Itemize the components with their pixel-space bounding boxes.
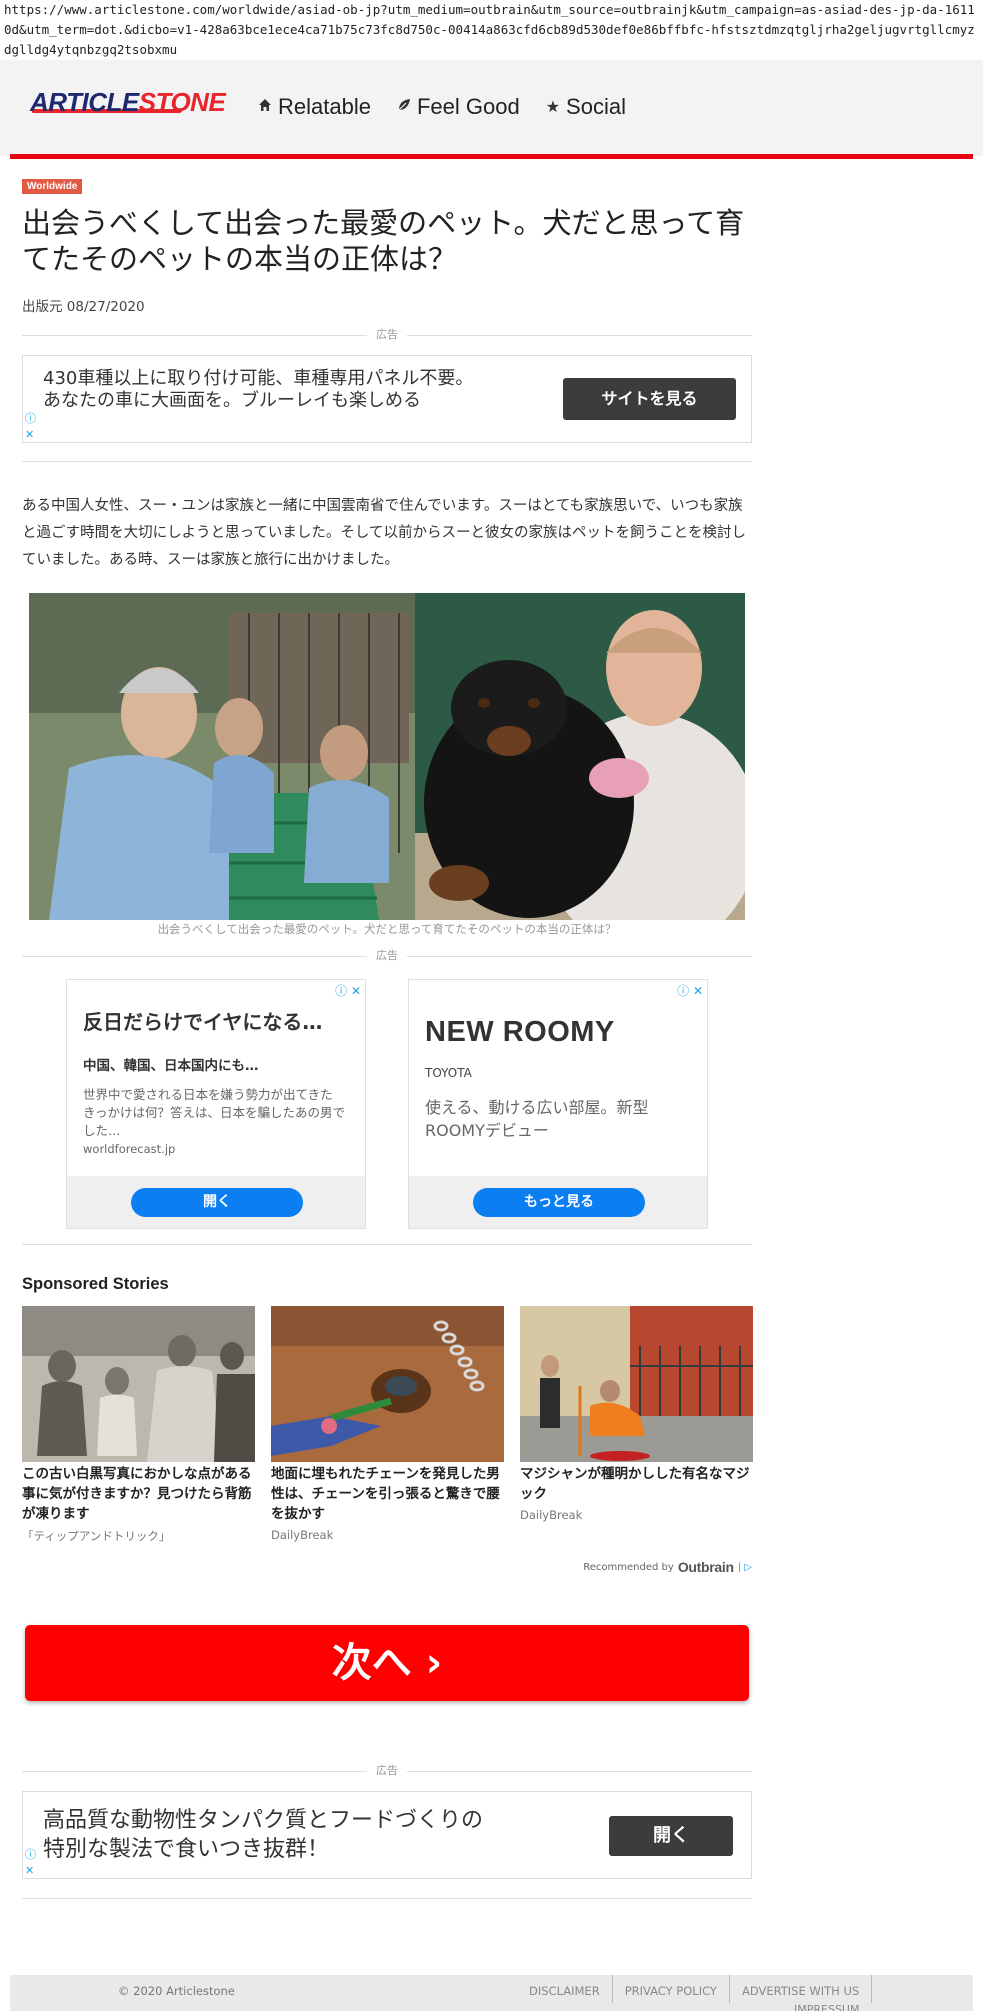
bottom-ad-banner[interactable]: 高品質な動物性タンパク質とフードづくりの 特別な製法で食いつき抜群！ 開く ⓘ … — [22, 1791, 752, 1879]
site-footer: © 2020 Articlestone DISCLAIMER PRIVACY P… — [10, 1975, 973, 2011]
native-ad-card[interactable]: ⓘ ✕ 反日だらけでイヤになる… 中国、韓国、日本国内にも… 世界中で愛される日… — [66, 979, 366, 1229]
story-source: 「ティップアンドトリック」 — [22, 1529, 171, 1543]
adchoice-close-icon[interactable]: ✕ — [25, 1864, 34, 1877]
article-page: Worldwide 出会うべくして出会った最愛のペット。犬だと思って育てたそのペ… — [10, 159, 973, 1975]
story-headline[interactable]: この古い白黒写真におかしな点がある事に気が付きますか？見つけたら背筋が凍ります — [22, 1464, 255, 1524]
next-page-button[interactable]: 次へ › — [25, 1625, 749, 1701]
footer-link-disclaimer[interactable]: DISCLAIMER — [517, 1975, 613, 2003]
adchoice-info-icon[interactable]: ⓘ — [25, 412, 36, 425]
nav-item-label: Feel Good — [416, 94, 520, 119]
footer-link-advertise[interactable]: ADVERTISE WITH US — [730, 1975, 873, 2003]
logo-part-article: ARTICLE — [30, 87, 139, 117]
address-bar[interactable]: https://www.articlestone.com/worldwide/a… — [0, 0, 983, 60]
ad-card-title[interactable]: NEW ROOMY — [425, 1016, 615, 1049]
nav-item-label: Relatable — [278, 94, 371, 119]
copyright: © 2020 Articlestone — [118, 1984, 235, 1998]
top-ad-button[interactable]: サイトを見る — [563, 378, 736, 420]
ad-card-open-button[interactable]: 開く — [131, 1188, 303, 1217]
nav-item-label: Social — [566, 94, 626, 119]
top-ad-line2: あなたの車に大画面を。ブルーレイも楽しめる — [43, 390, 421, 411]
story-source: DailyBreak — [271, 1528, 334, 1542]
nav-item-relatable[interactable]: Relatable — [258, 94, 371, 120]
adchoice-info-icon[interactable]: ⓘ — [25, 1848, 36, 1861]
story-source: DailyBreak — [520, 1508, 583, 1522]
outbrain-logo[interactable]: Outbrain — [678, 1559, 734, 1575]
story-headline[interactable]: 地面に埋もれたチェーンを発見した男性は、チェーンを引っ張ると驚きで腰を抜かす — [271, 1464, 504, 1524]
ad-card-description: 使える、動ける広い部屋。新型ROOMYデビュー — [425, 1098, 649, 1140]
recommended-by-text: Recommended by — [583, 1561, 674, 1573]
nav-item-social[interactable]: ★ Social — [546, 94, 626, 120]
story-headline[interactable]: マジシャンが種明かしした有名なマジック — [520, 1464, 753, 1504]
leaf-icon — [397, 98, 411, 117]
top-ad-banner[interactable]: 430車種以上に取り付け可能、車種専用パネル不要。 あなたの車に大画面を。ブルー… — [22, 355, 752, 443]
story-thumbnail[interactable] — [520, 1306, 753, 1462]
sponsored-stories-title: Sponsored Stories — [22, 1275, 169, 1293]
sponsored-story[interactable]: マジシャンが種明かしした有名なマジック DailyBreak — [520, 1306, 753, 1522]
divider — [22, 1898, 752, 1899]
sponsored-story[interactable]: 地面に埋もれたチェーンを発見した男性は、チェーンを引っ張ると驚きで腰を抜かす D… — [271, 1306, 504, 1542]
nav-item-feel-good[interactable]: Feel Good — [397, 94, 520, 120]
ad-card-more-button[interactable]: もっと見る — [473, 1188, 645, 1217]
story-thumbnail[interactable] — [271, 1306, 504, 1462]
native-ad-card[interactable]: ⓘ ✕ NEW ROOMY TOYOTA 使える、動ける広い部屋。新型ROOMY… — [408, 979, 708, 1229]
outbrain-attribution[interactable]: Recommended by Outbrain | ▷ — [583, 1559, 752, 1575]
divider — [22, 1244, 752, 1245]
top-ad-line1: 430車種以上に取り付け可能、車種専用パネル不要。 — [43, 368, 474, 389]
main-nav: Relatable Feel Good ★ Social — [258, 94, 626, 120]
bottom-ad-line1: 高品質な動物性タンパク質とフードづくりの — [43, 1808, 484, 1833]
bottom-ad-line2: 特別な製法で食いつき抜群！ — [43, 1837, 330, 1862]
logo-part-stone: STONE — [138, 87, 226, 117]
article-title: 出会うべくして出会った最愛のペット。犬だと思って育てたそのペットの本当の正体は？ — [22, 206, 745, 276]
bottom-ad-button[interactable]: 開く — [609, 1816, 733, 1856]
ad-card-title[interactable]: 反日だらけでイヤになる… — [83, 1006, 353, 1035]
ad-card-subtitle: 中国、韓国、日本国内にも… — [83, 1058, 259, 1074]
sponsored-story[interactable]: この古い白黒写真におかしな点がある事に気が付きますか？見つけたら背筋が凍ります … — [22, 1306, 255, 1544]
adchoice-icons[interactable]: ⓘ ✕ — [677, 982, 703, 999]
ad-card-footer: もっと見る — [409, 1176, 707, 1228]
ad-card-footer: 開く — [67, 1176, 365, 1228]
footer-links: DISCLAIMER PRIVACY POLICY ADVERTISE WITH… — [517, 1975, 873, 2003]
ad-label: 広告 — [22, 949, 752, 963]
adchoice-icon[interactable]: | ▷ — [738, 1562, 752, 1573]
home-icon — [258, 98, 272, 117]
divider — [22, 461, 752, 462]
category-badge[interactable]: Worldwide — [22, 179, 83, 194]
site-logo[interactable]: ARTICLESTONE — [30, 87, 230, 119]
bottom-ad-text: 高品質な動物性タンパク質とフードづくりの 特別な製法で食いつき抜群！ — [43, 1806, 483, 1864]
ad-card-description: 世界中で愛される日本を嫌う勢力が出てきたきっかけは何？答えは、日本を騙したあの男… — [83, 1087, 346, 1138]
footer-link-privacy[interactable]: PRIVACY POLICY — [613, 1975, 730, 2003]
ad-card-domain: worldforecast.jp — [83, 1142, 176, 1156]
adchoice-close-icon[interactable]: ✕ — [25, 428, 34, 441]
image-caption: 出会うべくして出会った最愛のペット。犬だと思って育てたそのペットの本当の正体は？ — [157, 922, 617, 936]
ad-label: 広告 — [22, 1764, 752, 1778]
ad-label-text: 広告 — [367, 1764, 407, 1778]
footer-link-impressum[interactable]: IMPRESSUM — [794, 2003, 859, 2011]
article-paragraph: ある中国人女性、スー・ユンは家族と一緒に中国雲南省で住んでいます。スーはとても家… — [22, 498, 746, 568]
ad-label: 広告 — [22, 328, 752, 342]
top-ad-text: 430車種以上に取り付け可能、車種専用パネル不要。 あなたの車に大画面を。ブルー… — [43, 368, 473, 412]
ad-label-text: 広告 — [367, 949, 407, 963]
star-icon: ★ — [545, 99, 561, 116]
adchoice-icons[interactable]: ⓘ ✕ — [335, 982, 361, 999]
publish-date: 出版元 08/27/2020 — [22, 299, 145, 315]
site-header: ARTICLESTONE Relatable Feel Good ★ Socia… — [0, 60, 983, 159]
story-thumbnail[interactable] — [22, 1306, 255, 1462]
ad-card-brand: TOYOTA — [425, 1066, 472, 1080]
logo-text: ARTICLESTONE — [30, 87, 226, 118]
ad-label-text: 広告 — [367, 328, 407, 342]
article-image — [29, 593, 745, 920]
